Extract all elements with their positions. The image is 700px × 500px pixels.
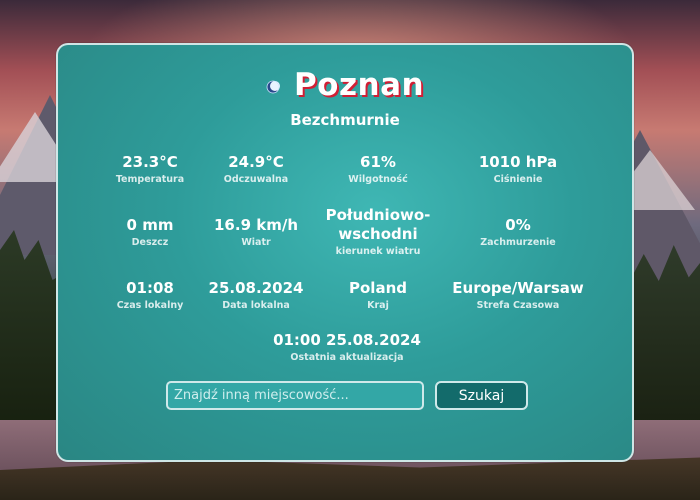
moon-icon <box>266 80 280 94</box>
stat-rain: 0 mm Deszcz <box>126 216 174 248</box>
stat-local-date: 25.08.2024 Data lokalna <box>208 279 304 311</box>
stat-country: Poland Kraj <box>349 279 407 311</box>
stat-cloud-cover: 0% Zachmurzenie <box>480 216 556 248</box>
stat-wind-speed: 16.9 km/h Wiatr <box>214 216 298 248</box>
stat-pressure: 1010 hPa Ciśnienie <box>478 153 558 185</box>
stat-humidity: 61% Wilgotność <box>348 153 408 185</box>
stat-local-time: 01:08 Czas lokalny <box>116 279 184 311</box>
stat-last-update: 01:00 25.08.2024 Ostatnia aktualizacja <box>273 331 421 363</box>
stat-wind-direction: Południowo- wschodni kierunek wiatru <box>325 206 431 257</box>
stat-feels-like: 24.9°C Odczuwalna <box>223 153 289 185</box>
stat-temperature: 23.3°C Temperatura <box>115 153 185 185</box>
city-name: Poznan <box>293 67 425 103</box>
search-button[interactable]: Szukaj <box>435 381 528 410</box>
weather-card: Poznan Bezchmurnie 23.3°C Temperatura 24… <box>56 43 634 462</box>
weather-header: Poznan Bezchmurnie <box>58 67 632 129</box>
stat-timezone: Europe/Warsaw Strefa Czasowa <box>452 279 584 311</box>
search-input[interactable] <box>166 381 424 410</box>
weather-condition: Bezchmurnie <box>290 111 400 129</box>
